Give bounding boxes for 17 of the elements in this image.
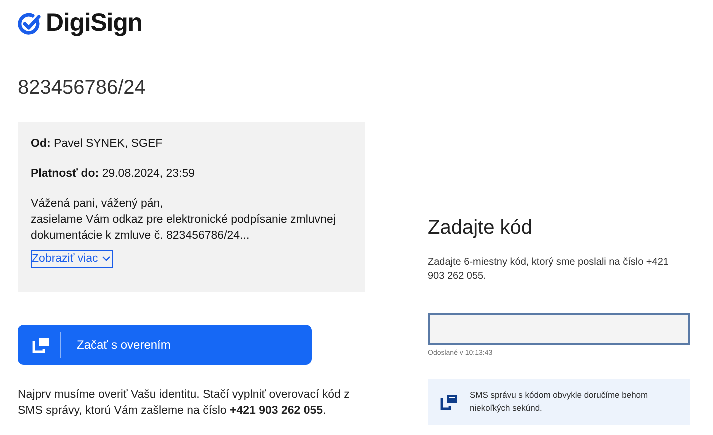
sender-text: Od: Pavel SYNEK, SGEF	[31, 137, 164, 152]
show-more-link[interactable]: Zobraziť viac	[31, 250, 114, 268]
code-input-field[interactable]	[428, 313, 690, 345]
code-heading: Zadajte kód	[428, 216, 534, 241]
code-description: Zadajte 6-miestny kód, ktorý sme poslali na číslo +421 903 262 055.	[428, 256, 670, 284]
message-text: zasielame Vám odkaz pre elektronické podpísanie zmluvnej dokumentácie k zmluve č. 823456786/24...	[31, 213, 337, 244]
greeting-text: Vážená pani, vážený pán,	[31, 197, 164, 212]
info-text: SMS správu s kódom obvykle doručíme behom niekoľkých sekúnd.	[470, 388, 650, 414]
start-verification-button[interactable]: Začať s overením	[18, 325, 312, 365]
checkmark-logo-icon	[18, 12, 42, 36]
device-icon	[440, 392, 458, 410]
document-number: 823456786/24	[18, 76, 147, 100]
instruction-text: Najprv musíme overiť Vašu identitu. Stačí vyplniť overovací kód z SMS správy, ktorú Vám zašleme na číslo +421 903 262 055.	[18, 388, 351, 419]
logo-text: DigiSign	[46, 8, 142, 40]
chevron-down-icon	[102, 256, 112, 262]
device-icon	[32, 336, 50, 354]
validity-text: Platnosť do: 29.08.2024, 23:59	[31, 167, 196, 182]
